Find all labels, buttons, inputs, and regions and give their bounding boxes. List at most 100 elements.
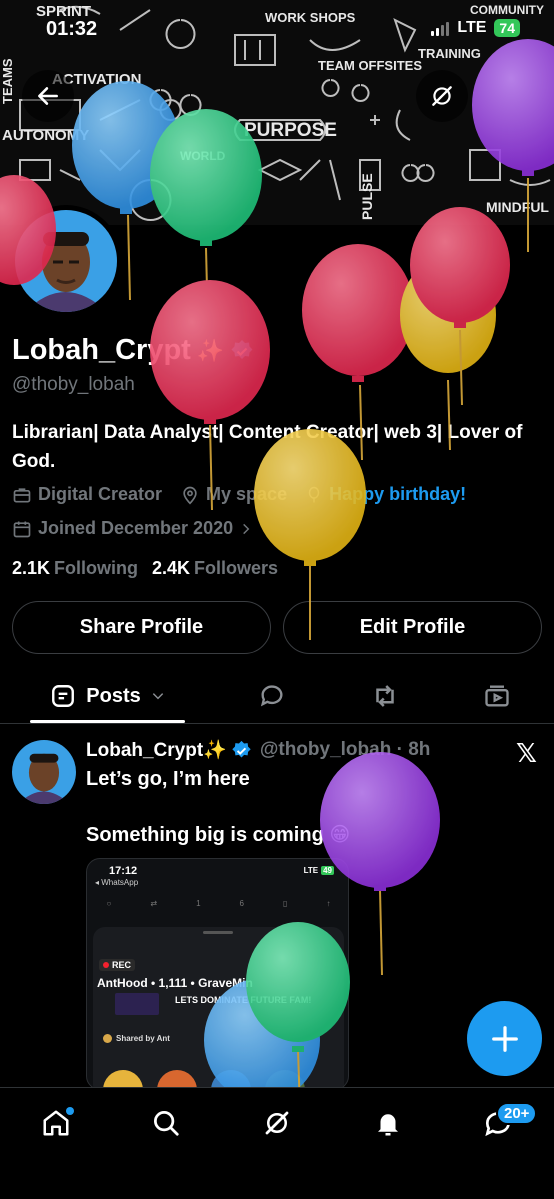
tab-replies[interactable] xyxy=(245,670,299,722)
banner-word-teams: TEAMS xyxy=(0,58,15,104)
post-media-screenshot[interactable]: 17:12 ◂ WhatsApp LTE 49 ○ ⇄ 1 6 ▯ ↑ REC A… xyxy=(86,858,349,1090)
status-bar: 01:32 LTE 74 xyxy=(0,14,554,48)
embed-shared-by: Shared by Ant xyxy=(103,1034,170,1043)
banner-word-training: TRAINING xyxy=(418,46,481,61)
search-icon xyxy=(154,1111,179,1136)
sparkle-emoji: ✨ xyxy=(196,337,225,363)
nav-grok[interactable] xyxy=(249,1102,305,1144)
balloon-icon xyxy=(308,486,320,502)
joined-label: Joined December 2020 xyxy=(38,518,234,538)
verified-badge-icon[interactable] xyxy=(230,339,254,363)
location-item: My space xyxy=(180,484,287,505)
banner-word-autonomy: AUTONOMY xyxy=(2,127,89,144)
joined-item[interactable]: Joined December 2020 xyxy=(12,518,253,539)
post-text-line1: Let’s go, I’m here xyxy=(86,768,250,790)
embed-time: 17:12 xyxy=(109,865,138,877)
banner-word-world: WORLD xyxy=(180,149,226,163)
share-profile-button[interactable]: Share Profile xyxy=(12,601,271,654)
bottom-navigation: 20+ xyxy=(0,1087,554,1199)
display-name: Lobah_Crypt xyxy=(12,334,191,366)
back-arrow-icon xyxy=(38,87,58,105)
followers-link[interactable]: 2.4K Followers xyxy=(152,558,278,579)
followers-count: 2.4K xyxy=(152,558,191,578)
embed-views-count: 6 xyxy=(239,899,244,908)
nav-search[interactable] xyxy=(138,1102,194,1144)
tab-media[interactable] xyxy=(470,670,524,722)
embed-reply-icon: ○ xyxy=(106,899,112,908)
following-label: Following xyxy=(54,558,139,578)
back-button[interactable] xyxy=(22,70,74,122)
location-pin-icon xyxy=(183,486,197,505)
tab-posts-label: Posts xyxy=(86,684,141,707)
profile-meta-row: Digital Creator My space Happy birthday! xyxy=(12,484,484,505)
embed-rec-label: REC xyxy=(112,960,132,970)
category-item: Digital Creator xyxy=(12,484,162,505)
repost-icon xyxy=(376,685,394,707)
location-label: My space xyxy=(206,484,288,504)
banner-word-mindful: MINDFUL xyxy=(486,199,549,215)
status-time: 01:32 xyxy=(46,18,98,40)
embed-repost-icon: ⇄ xyxy=(150,899,158,908)
reply-icon xyxy=(260,685,283,707)
chevron-right-icon xyxy=(243,523,250,534)
chevron-down-icon xyxy=(152,693,163,700)
follow-stats: 2.1K Following 2.4K Followers xyxy=(12,558,278,579)
active-tab-indicator xyxy=(30,720,185,723)
embed-back-link: ◂ WhatsApp xyxy=(95,878,139,887)
avatar-image xyxy=(15,210,117,312)
embed-network: LTE xyxy=(303,866,319,875)
calendar-icon xyxy=(13,521,31,537)
nav-messages[interactable]: 20+ xyxy=(470,1102,538,1144)
followers-label: Followers xyxy=(194,558,279,578)
embed-shared-label: Shared by Ant xyxy=(116,1034,170,1043)
signal-icon xyxy=(431,20,450,36)
grok-button[interactable] xyxy=(416,70,468,122)
embed-grabber xyxy=(203,931,233,934)
embed-subtitle: LETS DOMINATE FUTURE FAM! xyxy=(175,995,312,1005)
profile-bio: Librarian| Data Analyst| Content Creator… xyxy=(12,422,523,472)
messages-badge: 20+ xyxy=(496,1102,538,1125)
briefcase-icon xyxy=(13,487,31,502)
tab-posts[interactable]: Posts xyxy=(30,670,185,722)
compose-button[interactable] xyxy=(467,1001,542,1076)
post-author-name[interactable]: Lobah_Crypt✨ xyxy=(86,738,227,762)
following-count: 2.1K xyxy=(12,558,51,578)
embed-actions: ○ ⇄ 1 6 ▯ ↑ xyxy=(87,899,348,908)
display-name-row: Lobah_Crypt ✨ xyxy=(12,334,254,367)
category-label: Digital Creator xyxy=(38,484,163,504)
post-handle-time: @thoby_lobah · 8h xyxy=(259,739,431,760)
edit-profile-button[interactable]: Edit Profile xyxy=(283,601,542,654)
nav-notifications[interactable] xyxy=(360,1102,416,1144)
grok-icon xyxy=(432,86,452,106)
verified-badge-icon xyxy=(232,740,251,757)
post-text-line2: Something big is coming 😁 xyxy=(86,824,351,846)
birthday-link[interactable]: Happy birthday! xyxy=(329,484,466,505)
embed-space-card: REC AntHood • 1,111 • GraveMin LETS DOMI… xyxy=(93,927,344,1089)
following-link[interactable]: 2.1K Following xyxy=(12,558,138,579)
post-avatar[interactable] xyxy=(12,740,76,804)
embed-rec-badge: REC xyxy=(99,959,136,971)
profile-tabs: Posts xyxy=(0,670,554,724)
profile-avatar[interactable] xyxy=(10,205,122,317)
embed-thumbnail xyxy=(115,993,159,1015)
embed-share-icon: ↑ xyxy=(326,899,331,908)
banner-word-pulse: PULSE xyxy=(359,173,375,220)
embed-title: AntHood • 1,111 • GraveMin xyxy=(97,976,253,990)
profile-joined-row: Joined December 2020 xyxy=(12,518,271,539)
embed-battery: 49 xyxy=(321,866,334,875)
bell-icon xyxy=(378,1114,398,1136)
posts-icon xyxy=(52,685,75,707)
profile-handle: @thoby_lobah xyxy=(12,374,135,395)
banner-word-team: TEAM OFFSITES xyxy=(318,58,422,73)
tab-reposts[interactable] xyxy=(358,670,412,722)
post-header: Lobah_Crypt✨ @thoby_lobah · 8h xyxy=(86,738,430,762)
home-unread-dot xyxy=(66,1107,74,1115)
grok-icon xyxy=(265,1111,289,1135)
plus-icon xyxy=(491,1025,518,1052)
balloon-red-right xyxy=(410,207,510,406)
media-icon xyxy=(485,685,509,707)
x-logo-icon: 𝕏 xyxy=(516,738,537,768)
embed-status: LTE 49 xyxy=(304,866,334,875)
birthday-item: Happy birthday! xyxy=(305,484,466,505)
nav-home[interactable] xyxy=(28,1102,84,1144)
